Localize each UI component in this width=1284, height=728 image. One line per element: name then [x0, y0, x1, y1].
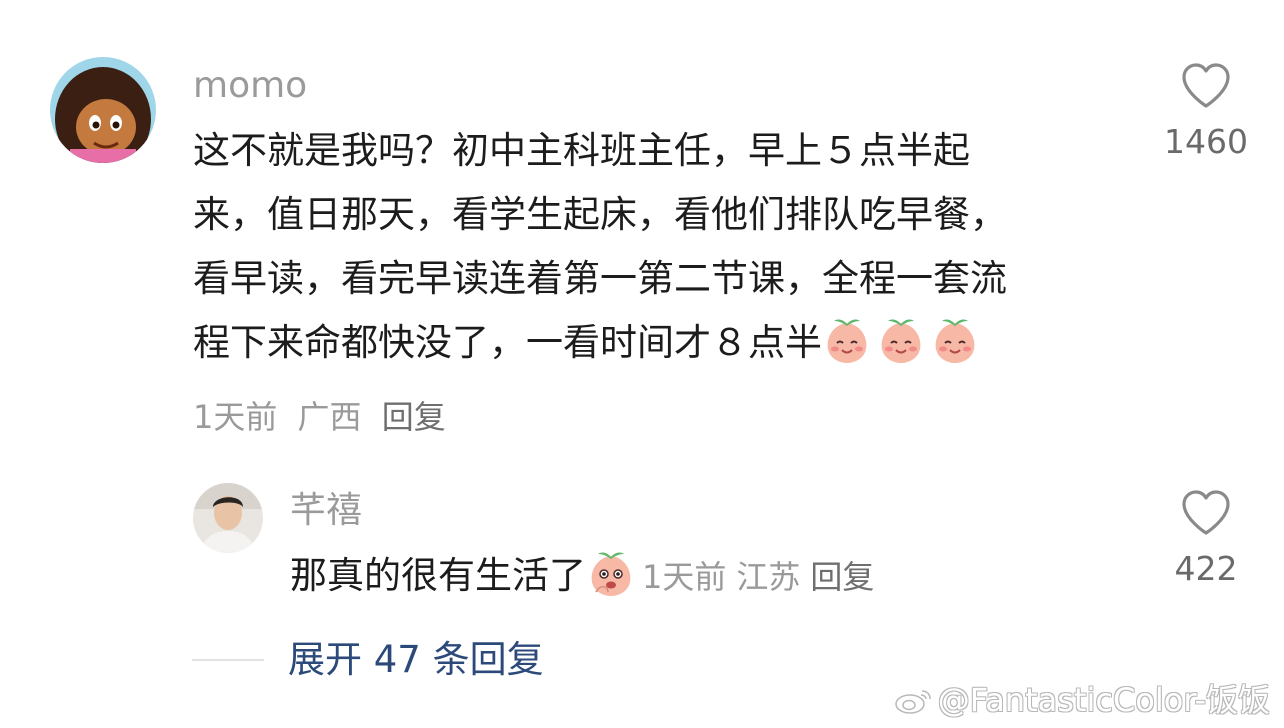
comment-content: 这不就是我吗？初中主科班主任，早上５点半起 来，值日那天，看学生起床，看他们排队…: [193, 119, 1007, 375]
peach-smile-emoji-icon: [827, 319, 867, 363]
heart-icon: [1182, 63, 1230, 108]
reply-like-button[interactable]: 422: [1151, 489, 1261, 589]
reply-location: 江苏: [736, 558, 801, 596]
peach-smile-emoji-icon: [881, 319, 921, 363]
reply-reply-button[interactable]: 回复: [810, 558, 874, 596]
comment-line: 程下来命都快没了，一看时间才８点半: [193, 321, 822, 364]
commenter-username[interactable]: momo: [193, 66, 307, 106]
comment-meta: 1天前 广西 回复: [193, 397, 456, 437]
weibo-logo-icon: [894, 690, 931, 714]
reply-avatar[interactable]: [193, 483, 263, 553]
reply-like-count: 422: [1174, 549, 1238, 588]
comment-line: 来，值日那天，看学生起床，看他们排队吃早餐，: [193, 193, 1007, 236]
comment-location: 广西: [297, 398, 362, 436]
comment-line-last: 程下来命都快没了，一看时间才８点半: [193, 311, 1007, 375]
reply-username[interactable]: 芊禧: [290, 491, 362, 531]
comment-like-count: 1460: [1164, 122, 1248, 161]
man-photo-avatar-icon: [193, 483, 263, 553]
comment-like-button[interactable]: 1460: [1151, 62, 1261, 162]
reply-time: 1天前: [642, 558, 727, 596]
peach-thinking-emoji-icon: [591, 552, 631, 596]
comment-reply-button[interactable]: 回复: [382, 398, 446, 436]
commenter-avatar[interactable]: [50, 57, 156, 163]
expand-divider: [192, 659, 264, 661]
reply-content-row: 那真的很有生活了 1天前 江苏 回复: [290, 546, 884, 613]
comment-line: 这不就是我吗？初中主科班主任，早上５点半起: [193, 129, 970, 172]
watermark-text: @FantasticColor-饭饭: [937, 681, 1270, 719]
comment-time: 1天前: [193, 398, 278, 436]
reply-meta: 1天前 江苏 回复: [642, 558, 884, 596]
cartoon-girl-avatar-icon: [50, 57, 156, 163]
peach-smile-emoji-icon: [935, 319, 975, 363]
heart-icon: [1182, 490, 1230, 535]
watermark: @FantasticColor-饭饭: [894, 680, 1270, 720]
expand-replies-button[interactable]: 展开 47 条回复: [288, 636, 544, 684]
reply-content: 那真的很有生活了: [290, 554, 586, 597]
comment-line: 看早读，看完早读连着第一第二节课，全程一套流: [193, 257, 1007, 300]
